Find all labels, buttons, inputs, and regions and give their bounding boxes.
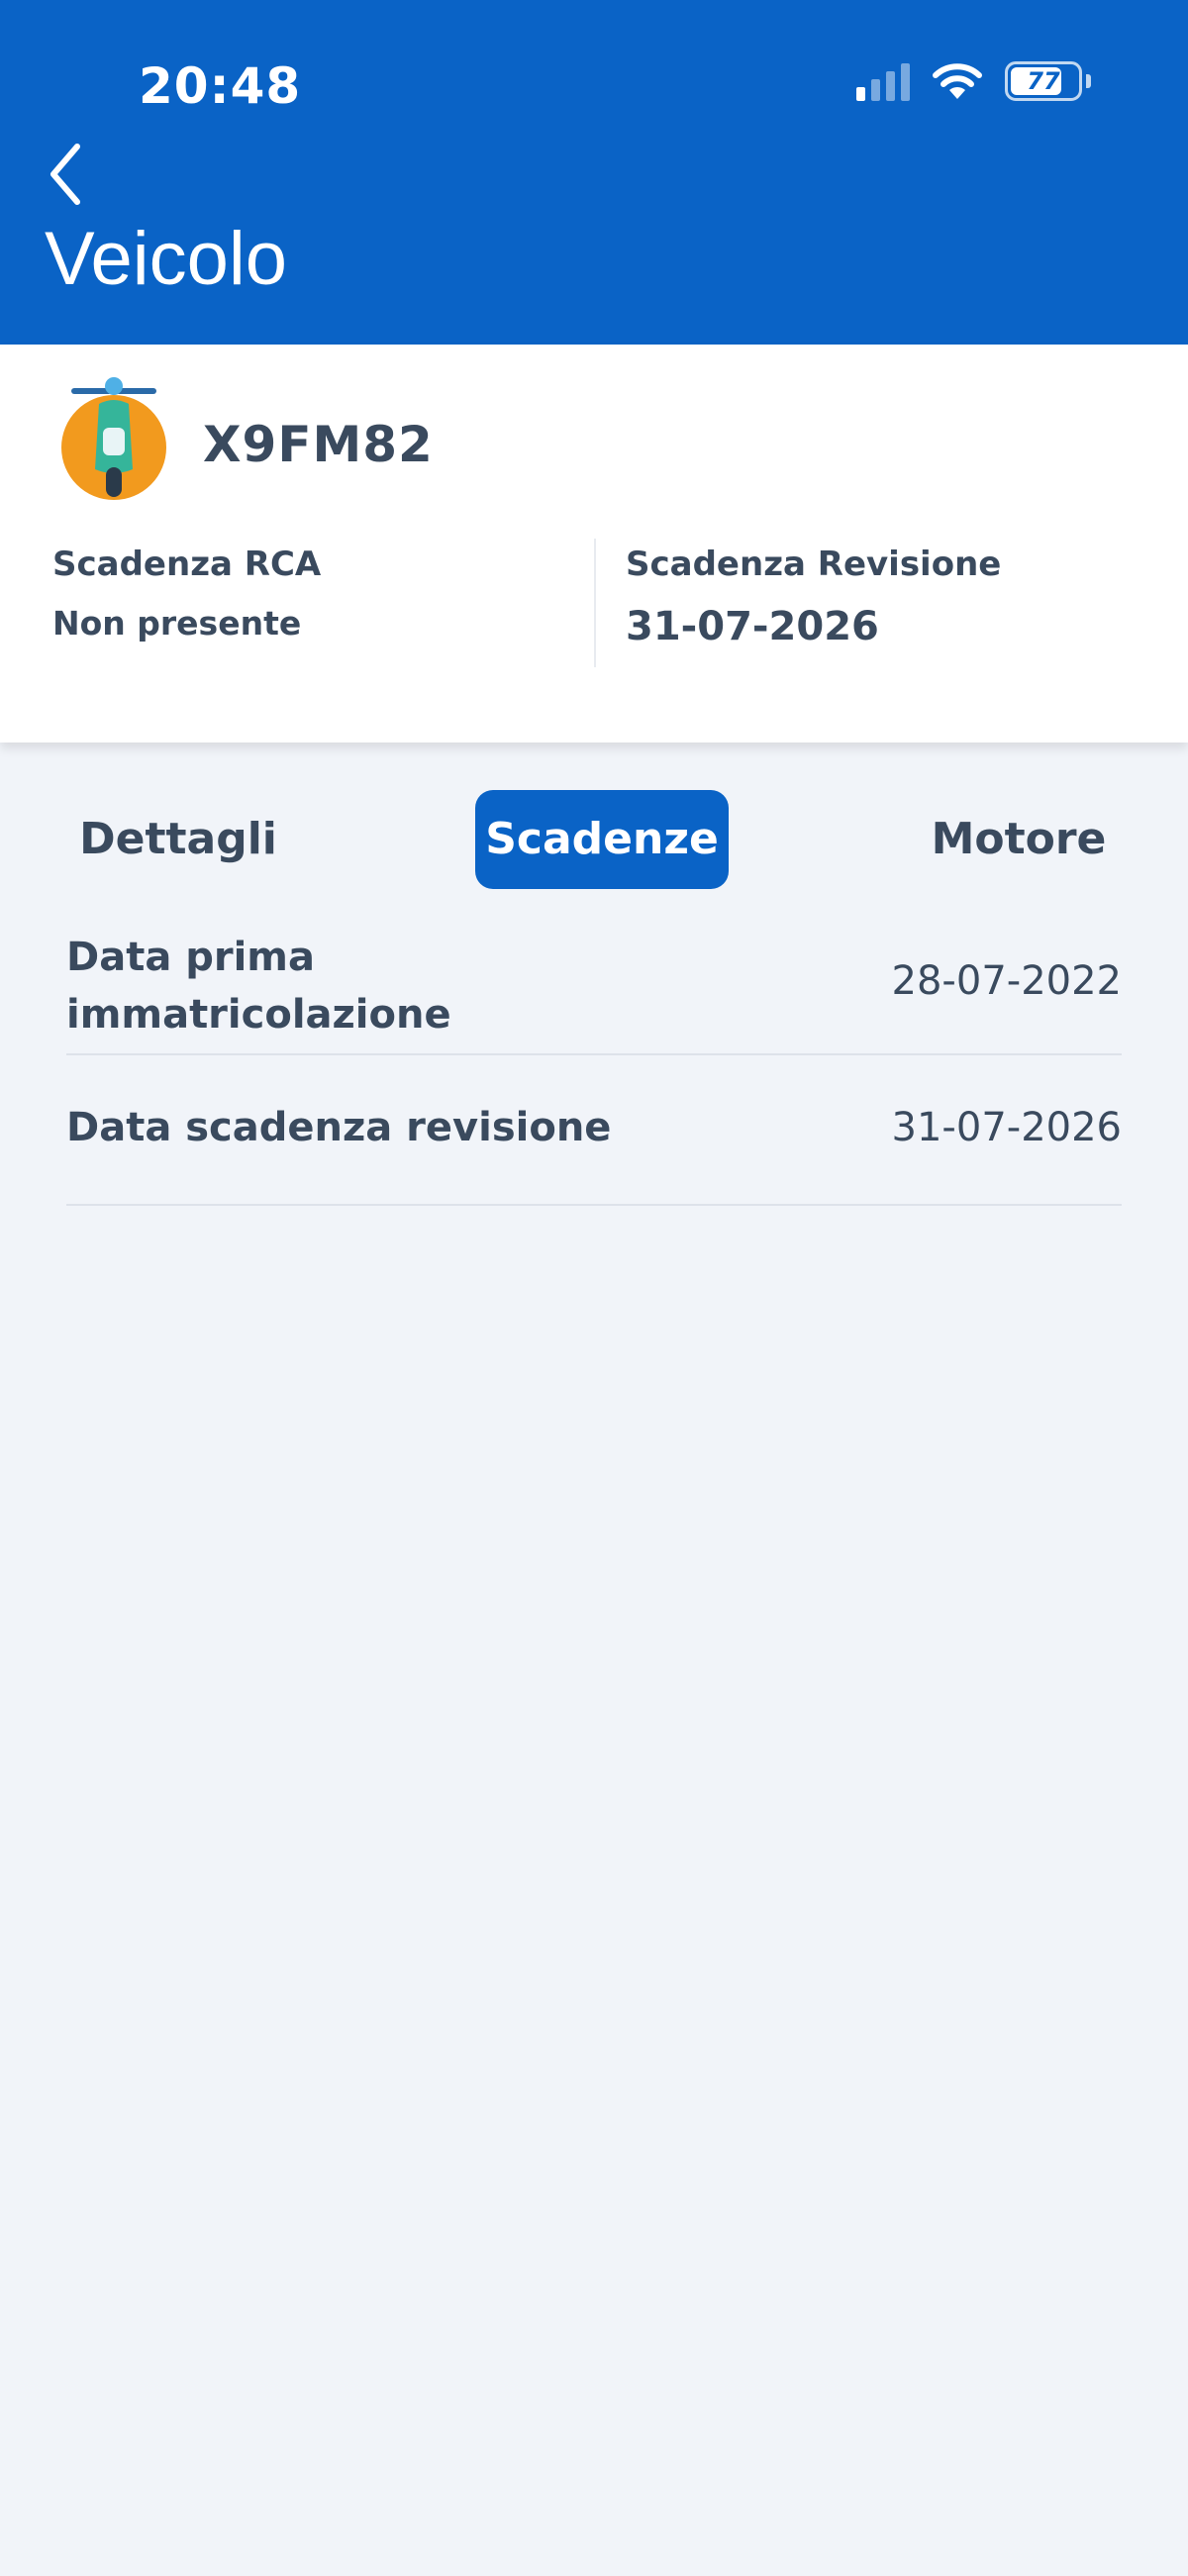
tab-motore[interactable]: Motore xyxy=(911,790,1127,889)
vehicle-card: X9FM82 Scadenza RCA Non presente Scadenz… xyxy=(0,345,1188,743)
signal-icon xyxy=(856,61,910,101)
revision-info: Scadenza Revisione 31-07-2026 xyxy=(626,545,1001,649)
rca-info: Scadenza RCA Non presente xyxy=(52,545,321,643)
info-divider xyxy=(594,539,596,667)
status-icons: 77 xyxy=(856,61,1091,101)
battery-tip xyxy=(1086,74,1091,88)
battery-icon: 77 xyxy=(1005,61,1082,101)
row-label: Data prima immatricolazione xyxy=(66,935,451,1038)
deadlines-list: Data prima immatricolazione 28-07-2022 D… xyxy=(66,911,1122,1206)
row-value: 28-07-2022 xyxy=(891,958,1122,1004)
chevron-left-icon xyxy=(50,144,80,205)
row-label: Data scadenza revisione xyxy=(66,1105,612,1150)
app-header: 20:48 77 Veicolo xyxy=(0,0,1188,345)
tab-scadenze[interactable]: Scadenze xyxy=(475,790,729,889)
tab-bar: Dettagli Scadenze Motore xyxy=(0,790,1188,889)
scooter-icon xyxy=(61,377,166,500)
tab-dettagli[interactable]: Dettagli xyxy=(69,790,287,889)
vehicle-plate: X9FM82 xyxy=(203,416,434,473)
battery-level: 77 xyxy=(1027,67,1060,95)
list-item: Data scadenza revisione 31-07-2026 xyxy=(66,1055,1122,1206)
revision-label: Scadenza Revisione xyxy=(626,545,1002,584)
status-time: 20:48 xyxy=(139,57,302,115)
rca-value: Non presente xyxy=(52,604,302,643)
list-item: Data prima immatricolazione 28-07-2022 xyxy=(66,911,1122,1055)
revision-value: 31-07-2026 xyxy=(626,604,879,649)
page-title: Veicolo xyxy=(45,217,288,301)
back-button[interactable] xyxy=(38,139,93,210)
rca-label: Scadenza RCA xyxy=(52,545,322,584)
wifi-icon xyxy=(933,63,982,99)
row-value: 31-07-2026 xyxy=(891,1105,1122,1150)
